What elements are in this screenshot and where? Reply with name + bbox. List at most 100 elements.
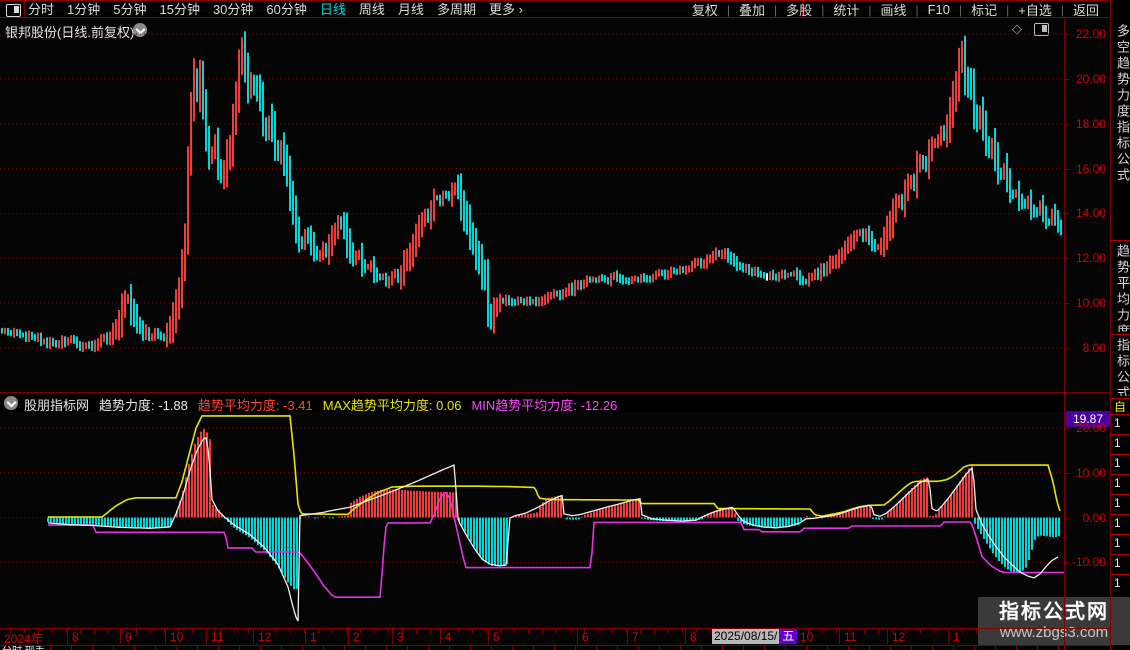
indicator-chart[interactable] [0,0,1130,650]
watchlist-row[interactable]: 1 [1114,536,1121,550]
month-tick [627,629,628,644]
watchlist-row[interactable]: 1 [1114,516,1121,530]
window-split-icon[interactable] [6,4,21,17]
minor-tick [514,629,515,633]
indicator-axis-label: -10.00 [1071,555,1106,570]
minor-tick [150,629,151,633]
minor-tick [94,629,95,633]
timeframe-tab-日线[interactable]: 日线 [320,1,346,18]
indicator-header: 股朋指标网 趋势力度: -1.88 趋势平均力度: -3.41 MAX趋势平均力度: … [0,394,1064,413]
watchlist-row[interactable]: 1 [1114,416,1121,430]
title-row: 银邦股份(日线.前复权) ◇ [0,20,1110,40]
axis-tick [1065,428,1069,429]
toolbar-button-返回[interactable]: 返回 [1064,0,1108,19]
sidebar-border [1110,0,1111,650]
timeframe-tab-5分钟[interactable]: 5分钟 [113,1,146,18]
minor-tick [276,629,277,633]
minor-tick [864,629,865,633]
watchlist-row[interactable]: 1 [1114,576,1121,590]
timeframe-tab-分时[interactable]: 分时 [28,1,54,18]
watchlist-row[interactable]: 1 [1114,496,1121,510]
watchlist-row[interactable]: 1 [1114,456,1121,470]
timeframe-tab-周线[interactable]: 周线 [359,1,385,18]
toolbar-button-F10[interactable]: F10 [919,2,959,17]
watchlist-row[interactable]: 1 [1114,556,1121,570]
minor-tick [836,629,837,633]
toolbar-button-统计[interactable]: 统计 [824,0,868,19]
month-tick [577,629,578,644]
collapse-icon[interactable] [4,396,18,410]
stock-title: 银邦股份(日线.前复权) [5,25,135,40]
toolbar-button-标记[interactable]: 标记 [962,0,1006,19]
minor-tick [122,629,123,633]
sidebar-separator [1111,240,1130,241]
watchlist-header[interactable]: 自 [1114,398,1126,415]
timeframe-tab-更多 ›[interactable]: 更多 › [489,1,523,18]
sidebar-vertical-label[interactable]: 多空趋势力度指标公式 [1113,24,1130,238]
minor-tick [556,629,557,633]
toolbar-button-复权[interactable]: 复权 [683,0,727,19]
indicator-field: 趋势平均力度: -3.41 [197,398,313,413]
list-separator [1111,474,1130,475]
timeframe-tab-30分钟[interactable]: 30分钟 [213,1,253,18]
month-tick [839,629,840,644]
list-separator [1111,434,1130,435]
month-tick [685,629,686,644]
minor-tick [640,629,641,633]
month-tick [440,629,441,644]
month-tick [253,629,254,644]
minor-tick [388,629,389,633]
watchlist-row[interactable]: 1 [1114,436,1121,450]
month-tick [67,629,68,644]
selected-date-label: 2025/08/15/五 [712,629,798,644]
toolbar-button-+自选[interactable]: +自选 [1009,0,1061,19]
minor-tick [542,629,543,633]
list-separator [1111,534,1130,535]
price-axis-label: 8.00 [1082,341,1106,356]
right-sidebar[interactable]: 多空趋势力度指标公式 趋势平均力度 指标公式自 1 1 1 1 1 1 1 1 1 [1111,0,1130,650]
minor-tick [710,629,711,633]
timeframe-tab-60分钟[interactable]: 60分钟 [266,1,306,18]
price-axis-label: 14.00 [1075,206,1106,221]
panel-layout-icon[interactable] [1034,23,1049,36]
timeframe-tab-15分钟[interactable]: 15分钟 [159,1,199,18]
axis-tick [1065,348,1069,350]
date-label: 12 [892,630,906,644]
price-axis-label: 16.00 [1075,161,1106,176]
date-label: 2 [353,630,360,644]
toolbar-button-多股[interactable]: 多股 [777,0,821,19]
diamond-icon[interactable]: ◇ [1012,21,1022,37]
toolbar-button-画线[interactable]: 画线 [871,0,915,19]
indicator-axis-label: 10.00 [1075,465,1106,480]
timeframe-tab-1分钟[interactable]: 1分钟 [67,1,100,18]
date-label: 10 [170,630,184,644]
month-tick [488,629,489,644]
date-axis: 2024年 8 9 10 11 12 1 2 3 4 5 6 7 8 10 11 12 1 2025/08/15/五 [0,629,1110,646]
month-tick [305,629,306,644]
sidebar-vertical-label[interactable]: 趋势平均力度 [1113,244,1130,332]
month-tick [348,629,349,644]
minor-tick [920,629,921,633]
minor-tick [80,629,81,633]
axis-tick [1065,213,1069,215]
timeframe-tab-月线[interactable]: 月线 [398,1,424,18]
minor-tick [906,629,907,633]
minor-tick [500,629,501,633]
axis-tick [1065,78,1069,80]
watchlist-row[interactable]: 1 [1114,476,1121,490]
candlestick-chart[interactable] [0,0,1130,650]
toolbar-button-叠加[interactable]: 叠加 [730,0,774,19]
date-label: 11 [211,630,224,644]
timeframe-tab-多周期[interactable]: 多周期 [437,1,476,18]
minor-tick [528,629,529,633]
date-label: 7 [632,630,639,644]
minor-tick [318,629,319,633]
indicator-field: MAX趋势平均力度: 0.06 [322,398,462,413]
date-label: 5 [493,630,500,644]
axis-tick [1065,123,1069,125]
month-tick [165,629,166,644]
watermark-url: www.zbgs3.com [999,624,1109,641]
date-label: 10 [800,630,814,644]
chevron-down-icon[interactable] [133,23,147,37]
sidebar-vertical-label[interactable]: 指标公式 [1113,338,1130,396]
